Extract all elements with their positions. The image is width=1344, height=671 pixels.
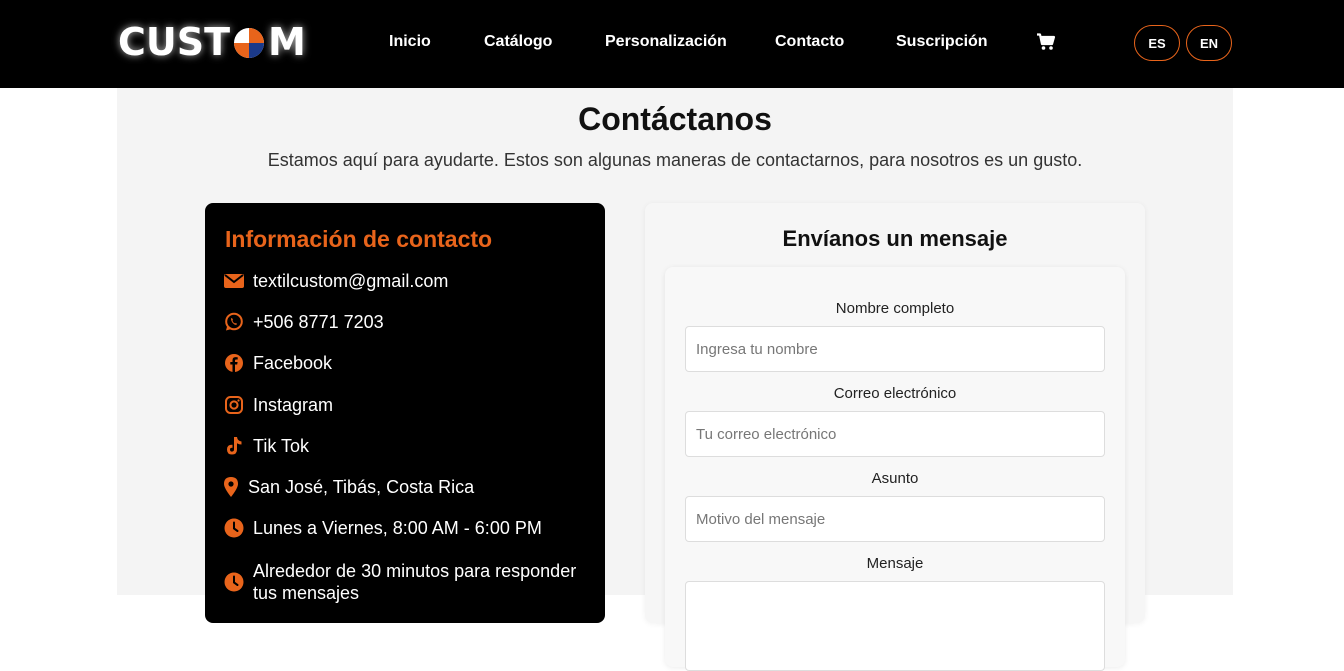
clock-icon [223, 517, 245, 539]
contact-hours-text: Lunes a Viernes, 8:00 AM - 6:00 PM [253, 518, 542, 538]
contact-response-text: Alrededor de 30 minutos para responder t… [253, 561, 577, 603]
message-label: Mensaje [866, 555, 924, 572]
contact-phone-row[interactable]: +506 8771 7203 [223, 311, 384, 333]
nav-link-catalogo[interactable]: Catálogo [484, 32, 552, 52]
nav-link-inicio[interactable]: Inicio [389, 32, 431, 52]
contact-instagram-row[interactable]: Instagram [223, 394, 333, 416]
whatsapp-icon [223, 311, 245, 333]
cart-icon[interactable] [1036, 33, 1056, 51]
message-form-card: Envíanos un mensaje Nombre completo Corr… [645, 203, 1145, 671]
contact-location-text: San José, Tibás, Costa Rica [248, 477, 475, 497]
name-label: Nombre completo [835, 300, 955, 317]
contact-response-row: Alrededor de 30 minutos para responder t… [223, 560, 583, 604]
facebook-icon [223, 352, 245, 374]
instagram-icon [223, 394, 245, 416]
contact-info-title: Información de contacto [225, 226, 493, 252]
contact-instagram-text: Instagram [253, 395, 334, 415]
language-en-button[interactable]: EN [1186, 25, 1232, 61]
contact-tiktok-row[interactable]: Tik Tok [223, 435, 309, 457]
contact-phone-text: +506 8771 7203 [253, 312, 384, 332]
location-pin-icon [223, 476, 239, 498]
nav-link-personalizacion[interactable]: Personalización [605, 32, 727, 52]
contact-hours-row: Lunes a Viernes, 8:00 AM - 6:00 PM [223, 517, 542, 539]
contact-form: Nombre completo Correo electrónico Asunt… [665, 267, 1125, 671]
contact-email-text: textilcustom@gmail.com [253, 271, 449, 291]
contact-tiktok-text: Tik Tok [253, 436, 310, 456]
language-es-button[interactable]: ES [1134, 25, 1180, 61]
page-title: Contáctanos [578, 101, 772, 137]
contact-facebook-row[interactable]: Facebook [223, 352, 332, 374]
form-title: Envíanos un mensaje [782, 226, 1008, 251]
page-subtitle: Estamos aquí para ayudarte. Estos son al… [267, 150, 1083, 170]
nav-link-contacto[interactable]: Contacto [775, 32, 844, 52]
envelope-icon [223, 270, 245, 292]
clock-icon [223, 571, 245, 593]
navbar: CUST M Inicio Catálogo Personalización C… [0, 0, 1344, 88]
contact-info-card: Información de contacto textilcustom@gma… [205, 203, 605, 623]
nav-link-suscripcion[interactable]: Suscripción [896, 32, 988, 52]
email-input[interactable] [685, 411, 1105, 457]
contact-email-row[interactable]: textilcustom@gmail.com [223, 270, 448, 292]
tiktok-icon [223, 435, 245, 457]
email-label: Correo electrónico [833, 385, 957, 402]
contact-facebook-text: Facebook [253, 353, 333, 373]
subject-input[interactable] [685, 496, 1105, 542]
contact-location-row: San José, Tibás, Costa Rica [223, 476, 474, 498]
subject-label: Asunto [871, 470, 919, 487]
name-input[interactable] [685, 326, 1105, 372]
